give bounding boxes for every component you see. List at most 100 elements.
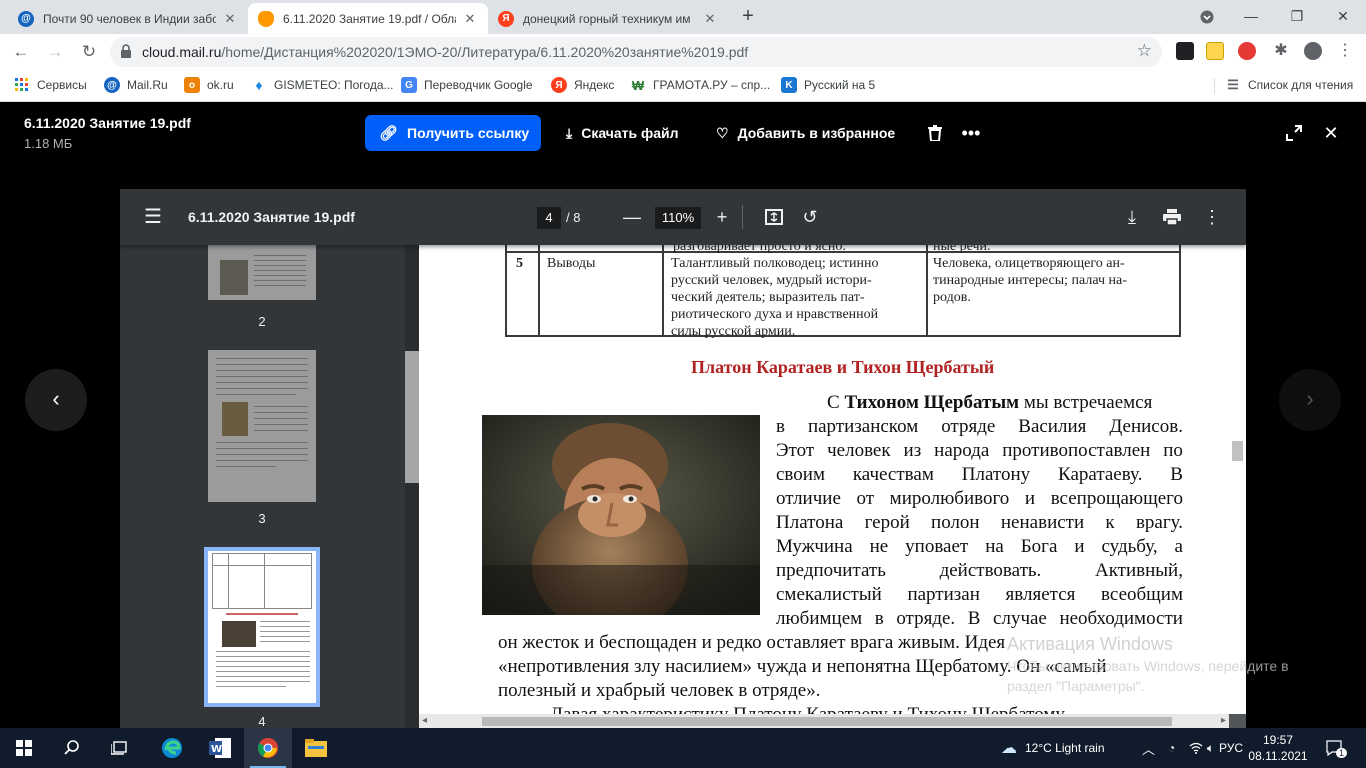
download-icon[interactable]: ⤓ (1120, 205, 1144, 229)
bookmark-mailru[interactable]: @ Mail.Ru (104, 77, 168, 93)
print-icon[interactable] (1160, 205, 1184, 231)
clock[interactable]: 19:57 08.11.2021 (1248, 728, 1307, 768)
close-icon[interactable]: ✕ (702, 11, 718, 27)
search-icon[interactable] (48, 728, 96, 768)
tab-search-icon[interactable] (1184, 0, 1230, 34)
get-link-label: Получить ссылку (407, 125, 530, 141)
tab-mail-news[interactable]: @ Почти 90 человек в Индии забо ✕ (8, 3, 248, 34)
tab-cloud-pdf[interactable]: 6.11.2020 Занятие 19.pdf / Обла ✕ (248, 3, 488, 34)
extension-icon[interactable] (1206, 42, 1224, 60)
tab-yandex-search[interactable]: Я донецкий горный техникум им ✕ (488, 3, 728, 34)
start-button[interactable] (0, 728, 48, 768)
tray-overflow-icon[interactable]: ︿ (1142, 728, 1155, 768)
reading-list-icon: ☰ (1227, 77, 1239, 92)
task-view-icon[interactable] (96, 728, 144, 768)
bookmarks-bar: Сервисы @ Mail.Ru о ok.ru ♦ GISMETEO: По… (0, 70, 1366, 102)
address-bar[interactable]: cloud.mail.ru/home/Дистанция%202020/1ЭМО… (110, 37, 1162, 67)
minimize-button[interactable]: — (1228, 0, 1274, 34)
pdf-title: 6.11.2020 Занятие 19.pdf (188, 209, 355, 225)
puzzle-icon[interactable]: ✱ (1272, 42, 1290, 60)
notification-center-icon[interactable]: 1 (1326, 728, 1353, 768)
more-options-icon[interactable]: ••• (959, 121, 983, 145)
bookmark-russian5[interactable]: K Русский на 5 (781, 77, 875, 93)
bookmark-gismeteo[interactable]: ♦ GISMETEO: Погода... (251, 77, 394, 93)
fullscreen-icon[interactable] (1282, 121, 1306, 147)
get-link-button[interactable]: 🔗︎ Получить ссылку (365, 115, 541, 151)
page-thumbnail-2[interactable] (208, 245, 316, 300)
avatar[interactable] (1304, 42, 1322, 60)
reading-list-label: Список для чтения (1248, 78, 1354, 92)
back-button[interactable]: ← (8, 39, 34, 65)
sidebar-menu-icon[interactable]: ☰ (144, 207, 162, 227)
menu-dots-icon[interactable]: ⋮ (1336, 42, 1354, 60)
window-close-button[interactable]: ✕ (1320, 0, 1366, 34)
trash-icon[interactable] (923, 121, 947, 147)
ok-icon: о (184, 77, 200, 93)
download-label: Скачать файл (581, 125, 679, 141)
pdf-page: разговаривает просто и ясно. ные речи. 5… (419, 245, 1229, 728)
download-file-button[interactable]: ⤓ Скачать файл (566, 115, 679, 151)
translate-icon: G (401, 77, 417, 93)
file-explorer-icon[interactable] (292, 728, 340, 768)
new-tab-button[interactable]: + (737, 6, 759, 28)
cloud-file-viewer: 6.11.2020 Занятие 19.pdf 1.18 МБ 🔗︎ Полу… (0, 103, 1366, 728)
next-file-button[interactable]: › (1279, 369, 1341, 431)
table-cell: разговаривает просто и ясно. (673, 245, 846, 254)
activation-title: Активация Windows (1007, 634, 1173, 654)
page-thumbnail-3[interactable] (208, 350, 316, 502)
rain-cloud-icon: ☁ (1001, 740, 1017, 757)
lock-icon (121, 44, 131, 58)
volume-icon[interactable]: 🔈︎ (1207, 728, 1214, 768)
bookmark-okru[interactable]: о ok.ru (184, 77, 234, 93)
fit-page-icon[interactable] (762, 205, 786, 231)
bookmark-yandex[interactable]: Я Яндекс (551, 77, 614, 93)
word-icon[interactable]: W (196, 728, 244, 768)
wifi-icon[interactable] (1189, 728, 1203, 768)
bookmark-star-icon[interactable]: ☆ (1137, 41, 1152, 61)
close-icon[interactable]: ✕ (462, 11, 478, 27)
forward-button[interactable]: → (42, 39, 68, 65)
bookmark-label: Русский на 5 (804, 78, 876, 92)
table-cell: ные речи. (933, 245, 991, 254)
chrome-icon[interactable] (244, 728, 292, 768)
weather-widget[interactable]: ☁ 12°C Light rain (1001, 728, 1105, 768)
reload-button[interactable]: ↻ (76, 39, 102, 65)
paragraph-line: смекалистый партизан является всеобщим (776, 584, 1183, 605)
activation-text: раздел "Параметры". (1007, 678, 1145, 694)
table-cell: 5 (516, 256, 523, 271)
paragraph-line: в партизанском отряде Василия Денисов. (776, 416, 1183, 437)
bookmark-gramota[interactable]: ₩ ГРАМОТА.РУ – спр... (630, 77, 770, 93)
language-indicator[interactable]: РУС (1219, 728, 1243, 768)
thumbnail-scrollbar[interactable] (405, 245, 419, 728)
bookmark-services[interactable]: Сервисы (14, 77, 87, 93)
cloud-icon (258, 10, 274, 27)
close-viewer-icon[interactable]: ✕ (1319, 121, 1343, 145)
extension-icon[interactable] (1176, 42, 1194, 60)
tray-app-icon[interactable]: ◔ (1168, 728, 1175, 768)
zoom-in-icon[interactable]: + (710, 205, 734, 229)
add-favorite-button[interactable]: ♡ Добавить в избранное (716, 115, 895, 151)
bookmark-label: GISMETEO: Погода... (274, 78, 394, 92)
bookmark-translate[interactable]: G Переводчик Google (401, 77, 533, 93)
download-icon: ⤓ (566, 124, 573, 141)
thumbnail-sidebar: 2 3 4 (120, 245, 405, 728)
rotate-icon[interactable]: ↺ (798, 205, 822, 229)
notification-badge: 1 (1336, 748, 1348, 758)
page-thumbnail-4[interactable] (204, 547, 320, 707)
page-number-input[interactable]: 4 (537, 207, 561, 229)
horizontal-scrollbar[interactable]: ◂ ▸ (419, 714, 1229, 728)
zoom-out-icon[interactable]: — (620, 205, 644, 229)
restore-button[interactable]: ❐ (1274, 0, 1320, 34)
edge-icon[interactable] (148, 728, 196, 768)
zoom-level-input[interactable]: 110% (655, 207, 701, 229)
close-icon[interactable]: ✕ (222, 11, 238, 27)
reading-list-button[interactable]: ☰ Список для чтения (1225, 77, 1353, 93)
mail-ru-icon: @ (104, 77, 120, 93)
activation-text: Чтобы активировать Windows, перейдите в (1007, 658, 1289, 674)
abp-extension-icon[interactable] (1238, 42, 1256, 60)
more-actions-icon[interactable]: ⋮ (1200, 205, 1224, 229)
tikhon-photo (482, 415, 760, 615)
previous-file-button[interactable]: ‹ (25, 369, 87, 431)
page-scrollbar[interactable] (1229, 245, 1246, 714)
yandex-icon: Я (498, 10, 514, 27)
